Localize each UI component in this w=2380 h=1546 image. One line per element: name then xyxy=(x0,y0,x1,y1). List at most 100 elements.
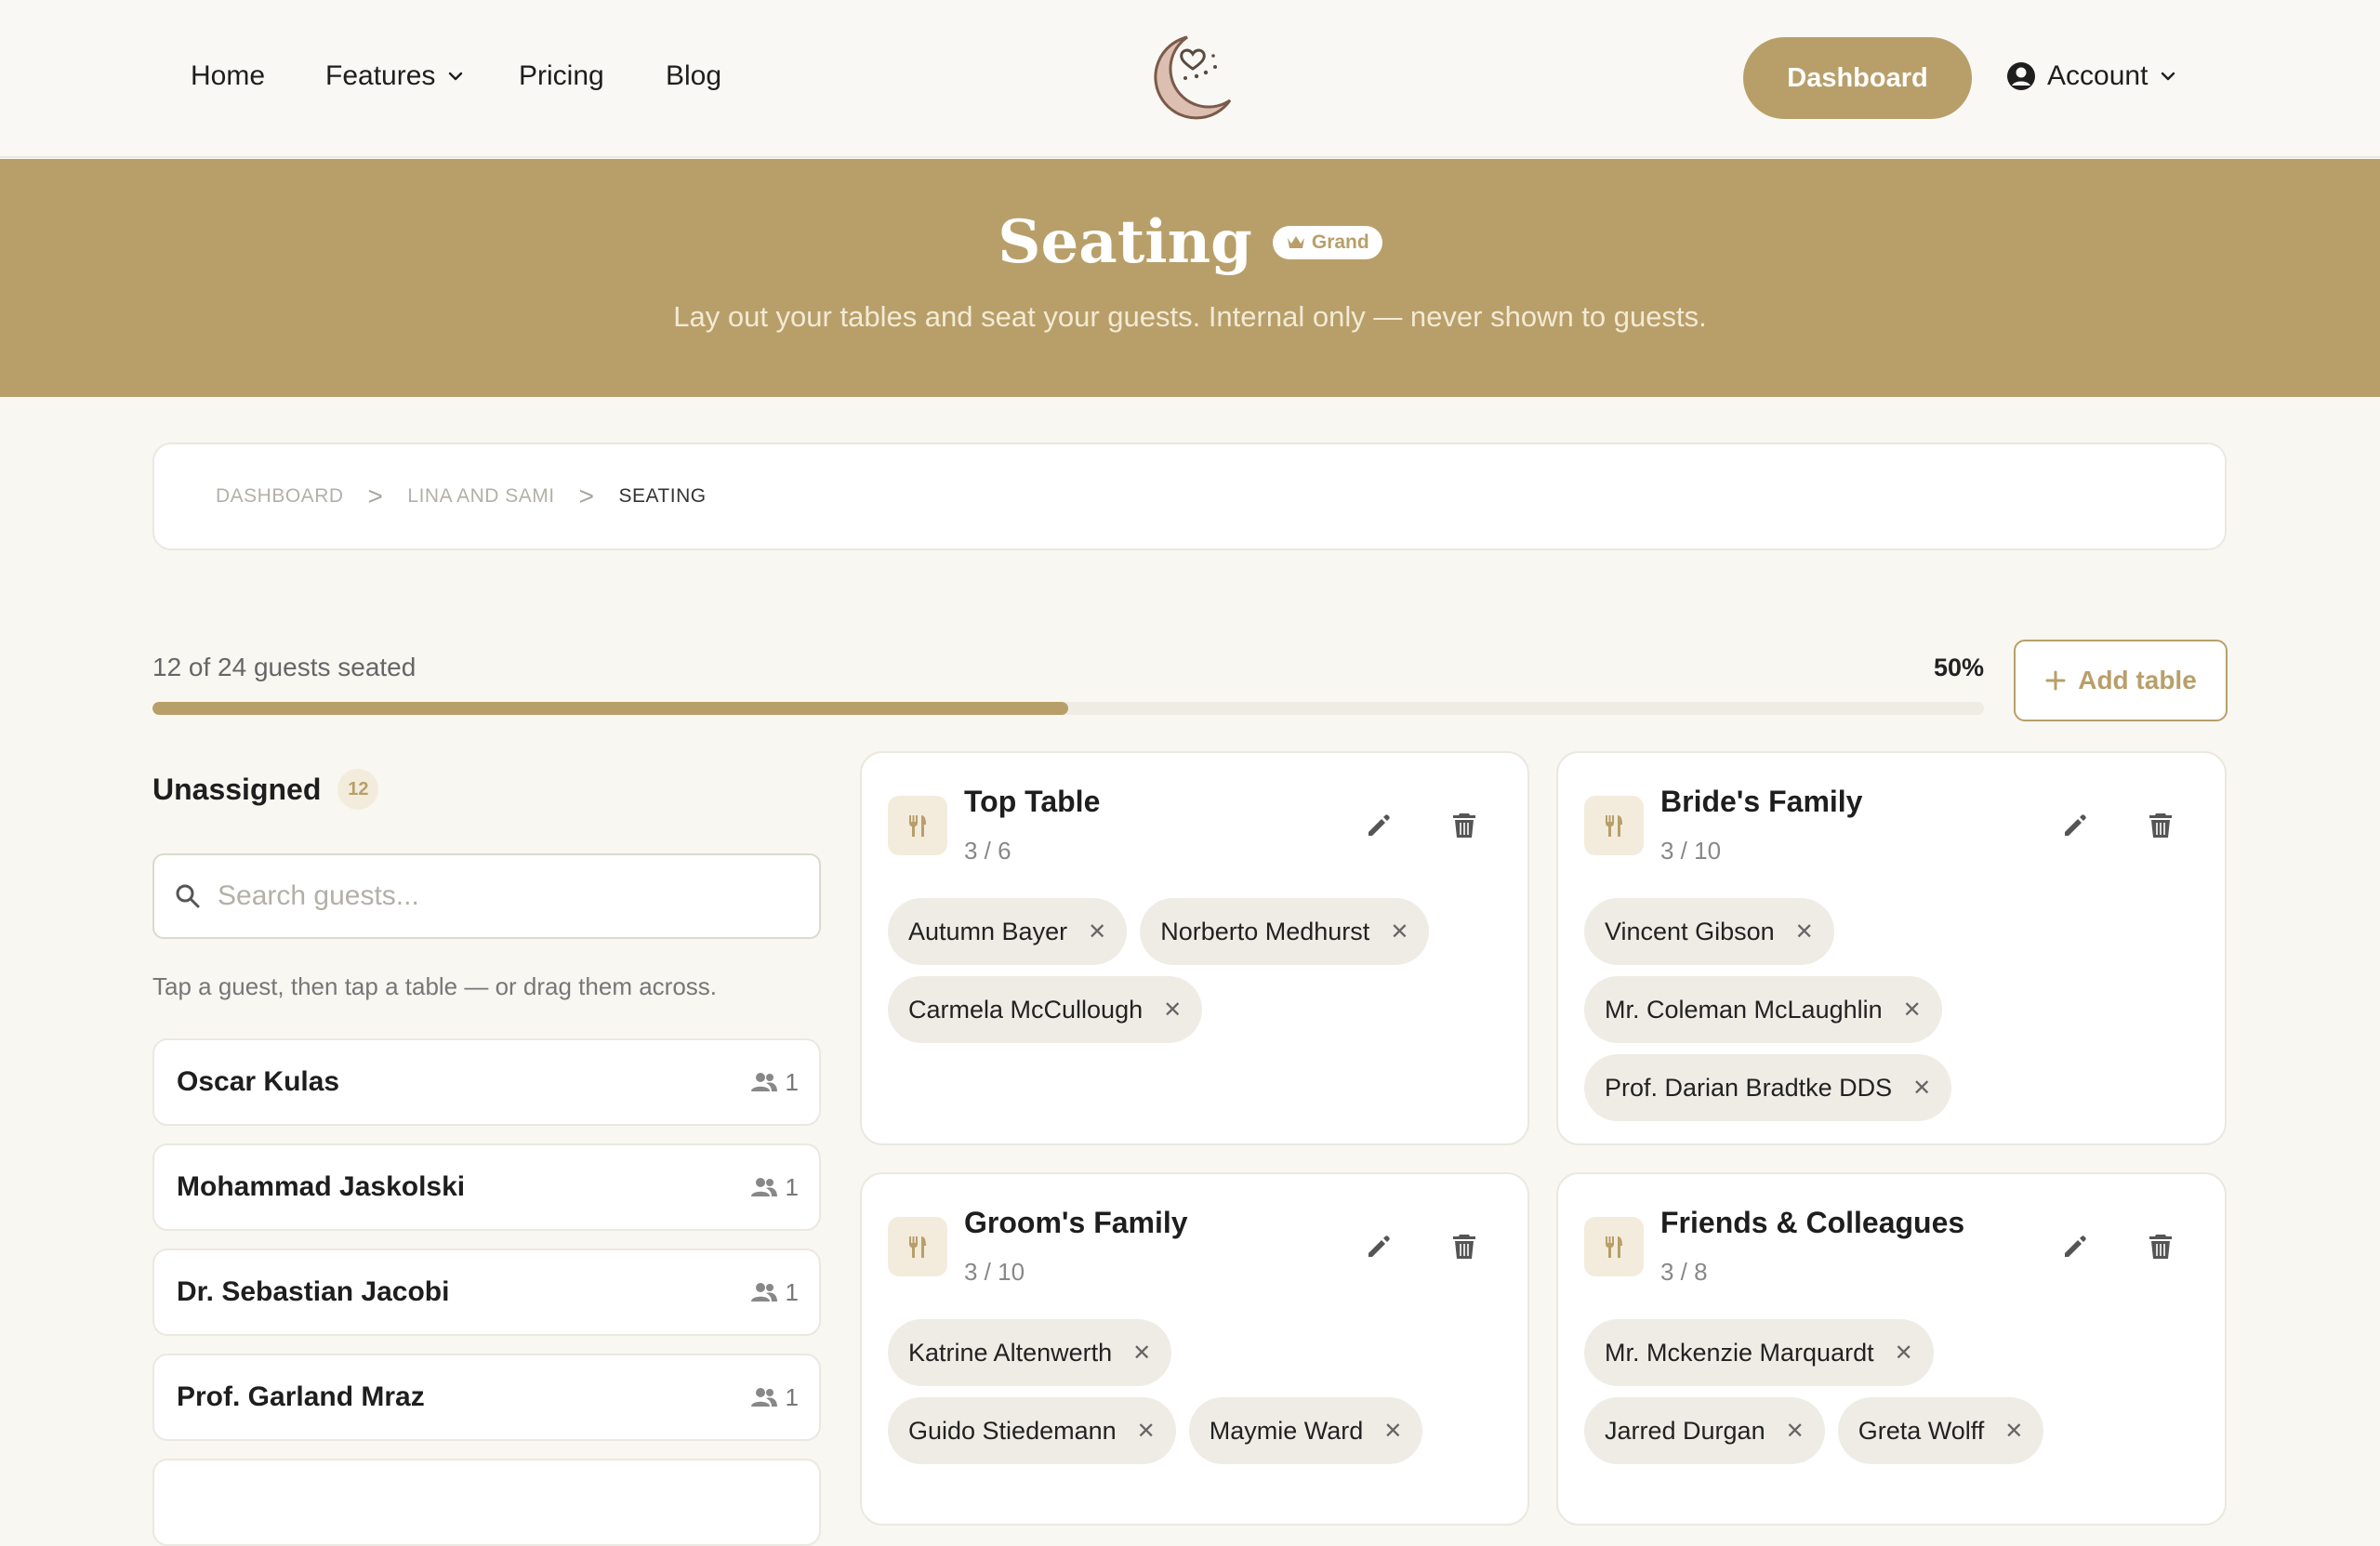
account-label: Account xyxy=(2047,60,2149,91)
seated-guest-chip[interactable]: Mr. Coleman McLaughlin ✕ xyxy=(1584,976,1942,1043)
delete-table-button[interactable] xyxy=(1438,799,1490,852)
chevron-down-icon xyxy=(2162,72,2175,81)
unassigned-guest-card[interactable]: Mohammad Jaskolski 1 xyxy=(152,1143,821,1231)
seated-progress-percent: 50% xyxy=(1933,654,1984,681)
table-card[interactable]: Groom's Family 3 / 10 Katrine Altenwerth… xyxy=(860,1172,1529,1526)
breadcrumb-dashboard[interactable]: DASHBOARD xyxy=(216,485,344,508)
seated-guest-chip[interactable]: Prof. Darian Bradtke DDS ✕ xyxy=(1584,1054,1952,1121)
seated-guest-chip[interactable]: Jarred Durgan ✕ xyxy=(1584,1397,1825,1464)
nav-blog-link[interactable]: Blog xyxy=(666,58,721,95)
seated-progress-fill xyxy=(152,702,1068,715)
table-capacity: 3 / 10 xyxy=(964,1258,1025,1286)
party-size: 1 xyxy=(750,1173,799,1202)
seated-guest-chip[interactable]: Autumn Bayer ✕ xyxy=(888,898,1128,965)
seated-progress-text: 12 of 24 guests seated xyxy=(152,653,416,681)
seated-guest-name: Autumn Bayer xyxy=(908,917,1068,945)
close-icon[interactable]: ✕ xyxy=(1383,1418,1402,1445)
delete-table-button[interactable] xyxy=(2135,799,2187,852)
seated-guest-chip[interactable]: Mr. Mckenzie Marquardt ✕ xyxy=(1584,1319,1934,1386)
party-size-value: 1 xyxy=(785,1067,799,1096)
trash-icon xyxy=(2149,813,2172,838)
nav-features-dropdown[interactable]: Features xyxy=(325,58,465,95)
guest-search-box[interactable] xyxy=(152,853,821,939)
unassigned-header: Unassigned 12 xyxy=(152,769,379,810)
seated-progress-bar xyxy=(152,702,1984,715)
table-capacity: 3 / 8 xyxy=(1660,1258,1708,1286)
close-icon[interactable]: ✕ xyxy=(1912,1075,1931,1102)
seated-guest-chip[interactable]: Norberto Medhurst ✕ xyxy=(1140,898,1430,965)
hero-banner: Seating Grand Lay out your tables and se… xyxy=(0,159,2380,397)
party-size: 1 xyxy=(750,1068,799,1097)
close-icon[interactable]: ✕ xyxy=(1137,1418,1156,1445)
nav-features-label: Features xyxy=(325,60,436,91)
assign-hint: Tap a guest, then tap a table — or drag … xyxy=(152,972,718,1000)
guest-name: Prof. Garland Mraz xyxy=(177,1381,425,1412)
moon-heart-logo[interactable] xyxy=(1139,28,1241,130)
seated-guest-chip[interactable]: Maymie Ward ✕ xyxy=(1188,1397,1423,1464)
trash-icon xyxy=(1453,1235,1475,1259)
edit-table-button[interactable] xyxy=(2049,1221,2101,1273)
party-size-value: 1 xyxy=(785,1277,799,1306)
add-table-button[interactable]: Add table xyxy=(2014,640,2228,721)
close-icon[interactable]: ✕ xyxy=(1163,997,1182,1024)
trash-icon xyxy=(1453,813,1475,838)
table-card[interactable]: Bride's Family 3 / 10 Vincent Gibson ✕ Mr… xyxy=(1556,751,2227,1145)
edit-table-button[interactable] xyxy=(1353,1221,1405,1273)
top-navbar: Home Features Pricing Blog Dashboard Acc… xyxy=(0,0,2380,158)
pencil-icon xyxy=(1368,1235,1390,1257)
seated-guest-chip[interactable]: Vincent Gibson ✕ xyxy=(1584,898,1834,965)
user-circle-icon xyxy=(2007,62,2035,90)
nav-pricing-link[interactable]: Pricing xyxy=(519,58,604,95)
party-size: 1 xyxy=(750,1383,799,1412)
party-size-value: 1 xyxy=(785,1382,799,1411)
seated-guest-chip[interactable]: Katrine Altenwerth ✕ xyxy=(888,1319,1172,1386)
close-icon[interactable]: ✕ xyxy=(1903,997,1922,1024)
users-icon xyxy=(750,1178,777,1196)
table-card[interactable]: Friends & Colleagues 3 / 8 Mr. Mckenzie … xyxy=(1556,1172,2227,1526)
utensils-icon xyxy=(1584,1217,1644,1276)
seated-guest-name: Jarred Durgan xyxy=(1605,1416,1765,1445)
close-icon[interactable]: ✕ xyxy=(1390,918,1408,945)
unassigned-guest-card[interactable]: Dr. Sebastian Jacobi 1 xyxy=(152,1249,821,1336)
dashboard-button[interactable]: Dashboard xyxy=(1743,37,1972,119)
unassigned-guest-card[interactable]: Oscar Kulas 1 xyxy=(152,1038,821,1126)
breadcrumb-event[interactable]: LINA AND SAMI xyxy=(407,485,554,508)
plan-badge-label: Grand xyxy=(1311,231,1369,253)
seated-guest-name: Carmela McCullough xyxy=(908,995,1144,1024)
nav-home-link[interactable]: Home xyxy=(191,58,265,95)
edit-table-button[interactable] xyxy=(2049,799,2101,852)
edit-table-button[interactable] xyxy=(1353,799,1405,852)
seated-guest-name: Prof. Darian Bradtke DDS xyxy=(1605,1073,1893,1102)
account-menu[interactable]: Account xyxy=(2006,58,2177,95)
utensils-icon xyxy=(888,796,947,855)
close-icon[interactable]: ✕ xyxy=(2004,1418,2023,1445)
utensils-icon xyxy=(1584,796,1644,855)
unassigned-guest-card[interactable]: Prof. Garland Mraz 1 xyxy=(152,1354,821,1441)
users-icon xyxy=(750,1283,777,1302)
breadcrumb-separator: > xyxy=(578,482,595,510)
chevron-down-icon xyxy=(449,72,463,81)
seated-guest-chip[interactable]: Guido Stiedemann ✕ xyxy=(888,1397,1176,1464)
table-guest-list: Katrine Altenwerth ✕ Guido Stiedemann ✕ Ma… xyxy=(888,1319,1501,1464)
guest-search-input[interactable] xyxy=(218,880,775,912)
unassigned-count-badge: 12 xyxy=(337,769,379,810)
table-card[interactable]: Top Table 3 / 6 Autumn Bayer ✕ Norberto M… xyxy=(860,751,1529,1145)
close-icon[interactable]: ✕ xyxy=(1795,918,1814,945)
close-icon[interactable]: ✕ xyxy=(1786,1418,1805,1445)
table-name: Friends & Colleagues xyxy=(1660,1206,1965,1239)
utensils-icon xyxy=(888,1217,947,1276)
table-name: Groom's Family xyxy=(964,1206,1188,1239)
add-table-label: Add table xyxy=(2078,666,2197,694)
seated-guest-name: Katrine Altenwerth xyxy=(908,1338,1113,1367)
delete-table-button[interactable] xyxy=(1438,1221,1490,1273)
users-icon xyxy=(750,1073,777,1091)
close-icon[interactable]: ✕ xyxy=(1895,1340,1913,1367)
seated-guest-chip[interactable]: Carmela McCullough ✕ xyxy=(888,976,1203,1043)
delete-table-button[interactable] xyxy=(2135,1221,2187,1273)
breadcrumb: DASHBOARD > LINA AND SAMI > SEATING xyxy=(152,443,2227,550)
close-icon[interactable]: ✕ xyxy=(1132,1340,1151,1367)
seated-guest-chip[interactable]: Greta Wolff ✕ xyxy=(1837,1397,2044,1464)
table-name: Bride's Family xyxy=(1660,785,1863,818)
close-icon[interactable]: ✕ xyxy=(1088,918,1106,945)
unassigned-guest-card[interactable] xyxy=(152,1459,821,1546)
